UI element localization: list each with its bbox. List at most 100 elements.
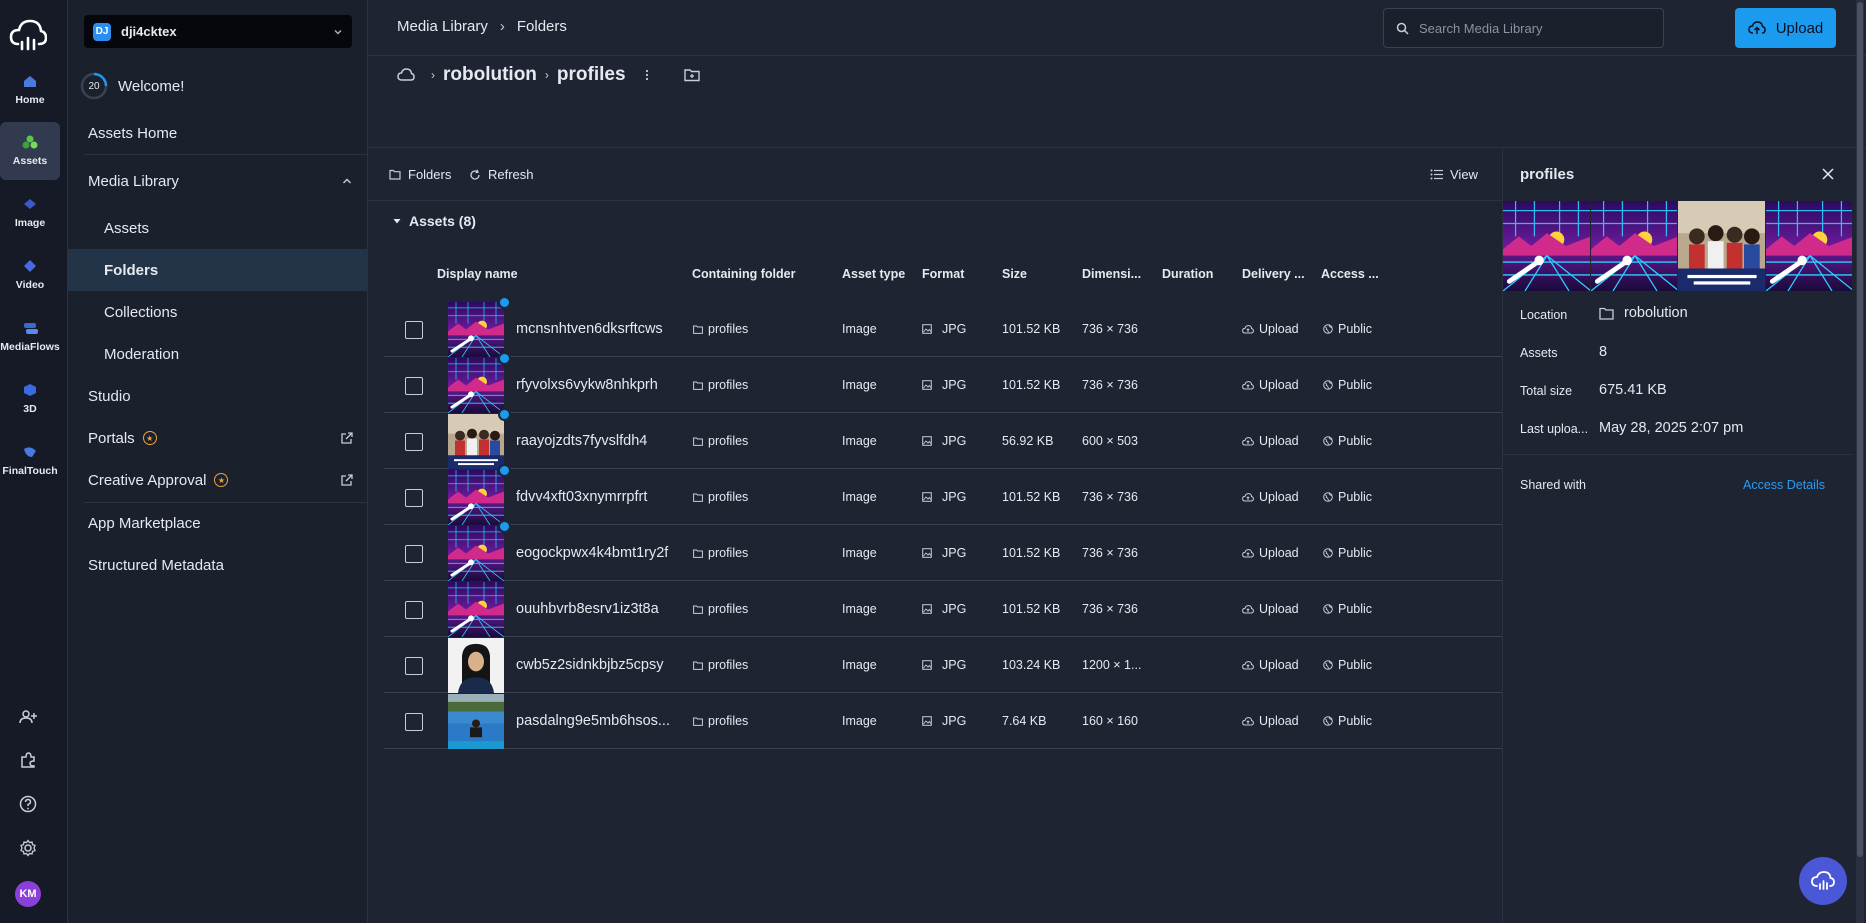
col-delivery[interactable]: Delivery ... — [1242, 267, 1312, 281]
nav-media-library[interactable]: Media Library — [68, 160, 368, 202]
rail-video[interactable]: Video — [0, 246, 60, 304]
access-details-link[interactable]: Access Details — [1743, 478, 1825, 492]
asset-containing-folder[interactable]: profiles — [693, 693, 748, 749]
asset-thumbnail[interactable] — [448, 302, 504, 357]
nav-assets-home[interactable]: Assets Home — [68, 112, 368, 154]
asset-containing-folder[interactable]: profiles — [693, 581, 748, 637]
row-checkbox[interactable] — [405, 545, 423, 563]
nav-portals-label: Portals — [88, 429, 135, 447]
search-input[interactable] — [1419, 20, 1659, 36]
nav-collections[interactable]: Collections — [68, 291, 368, 333]
welcome-row[interactable]: 20 Welcome! — [80, 72, 184, 100]
table-row[interactable]: rfyvolxs6vykw8nhkprh profiles Image JPG 101.… — [384, 352, 1502, 413]
nav-creative-approval[interactable]: Creative Approval ★ — [68, 459, 368, 501]
asset-thumbnail[interactable] — [448, 582, 504, 637]
asset-containing-folder[interactable]: profiles — [693, 469, 748, 525]
table-row[interactable]: cwb5z2sidnkbjbz5cpsy profiles Image JPG 103.… — [384, 637, 1502, 693]
row-checkbox[interactable] — [405, 377, 423, 395]
asset-display-name[interactable]: cwb5z2sidnkbjbz5cpsy — [516, 637, 664, 693]
asset-thumbnail[interactable] — [448, 470, 504, 525]
nav-studio[interactable]: Studio — [68, 375, 368, 417]
gear-icon[interactable] — [19, 839, 37, 857]
search-box[interactable] — [1383, 8, 1664, 48]
col-size[interactable]: Size — [1002, 267, 1062, 281]
nav-assets[interactable]: Assets — [68, 207, 368, 249]
cloud-upload-icon — [1242, 380, 1254, 389]
asset-thumbnail[interactable] — [448, 526, 504, 581]
col-asset-type[interactable]: Asset type — [842, 267, 917, 281]
close-icon[interactable] — [1821, 167, 1835, 181]
nav-app-marketplace[interactable]: App Marketplace — [68, 502, 368, 544]
asset-containing-folder[interactable]: profiles — [693, 413, 748, 469]
nav-moderation[interactable]: Moderation — [68, 333, 368, 375]
rail-finaltouch[interactable]: FinalTouch — [0, 432, 60, 490]
asset-thumbnail[interactable] — [448, 694, 504, 749]
asset-access: Public — [1323, 693, 1372, 749]
nav-folders[interactable]: Folders — [68, 249, 368, 291]
asset-access-text: Public — [1338, 378, 1373, 392]
table-row[interactable]: eogockpwx4k4bmt1ry2f profiles Image JPG 101.… — [384, 520, 1502, 581]
asset-format-text: JPG — [942, 602, 967, 616]
asset-display-name[interactable]: eogockpwx4k4bmt1ry2f — [516, 525, 668, 581]
cloud-icon[interactable] — [397, 68, 415, 82]
new-folder-icon[interactable] — [683, 68, 700, 82]
puzzle-icon[interactable] — [19, 751, 37, 769]
asset-display-name[interactable]: ouuhbvrb8esrv1iz3t8a — [516, 581, 659, 637]
row-checkbox[interactable] — [405, 713, 423, 731]
user-avatar[interactable]: KM — [15, 881, 41, 907]
asset-display-name[interactable]: raayojzdts7fyvslfdh4 — [516, 413, 647, 469]
rail-3d[interactable]: 3D — [0, 370, 60, 428]
col-access[interactable]: Access ... — [1321, 267, 1391, 281]
asset-containing-folder[interactable]: profiles — [693, 357, 748, 413]
row-checkbox[interactable] — [405, 433, 423, 451]
asset-containing-folder[interactable]: profiles — [693, 525, 748, 581]
asset-thumbnail[interactable] — [448, 358, 504, 413]
breadcrumb-folders[interactable]: Folders — [517, 18, 567, 35]
view-button[interactable]: View — [1430, 167, 1478, 182]
folder-parent[interactable]: robolution — [443, 64, 537, 86]
row-checkbox[interactable] — [405, 657, 423, 675]
assets-group-header[interactable]: Assets (8) — [393, 213, 476, 229]
row-checkbox[interactable] — [405, 601, 423, 619]
asset-thumbnail[interactable] — [448, 414, 504, 469]
asset-type: Image — [842, 602, 877, 616]
page-scrollbar[interactable] — [1856, 0, 1864, 923]
col-dimensions[interactable]: Dimensi... — [1082, 267, 1147, 281]
cloud-logo-icon[interactable] — [9, 18, 47, 52]
workspace-selector[interactable]: DJ dji4cktex — [84, 15, 352, 48]
table-row[interactable]: ouuhbvrb8esrv1iz3t8a profiles Image JPG 101.… — [384, 581, 1502, 637]
table-row[interactable]: mcnsnhtven6dksrftcws profiles Image JPG 101.… — [384, 296, 1502, 357]
rail-mediaflows[interactable]: MediaFlows — [0, 308, 60, 366]
asset-display-name[interactable]: pasdalng9e5mb6hsos... — [516, 693, 670, 749]
asset-display-name[interactable]: mcnsnhtven6dksrftcws — [516, 301, 663, 357]
col-containing-folder[interactable]: Containing folder — [692, 267, 812, 281]
nav-portals[interactable]: Portals ★ — [68, 417, 368, 459]
row-checkbox[interactable] — [405, 321, 423, 339]
row-checkbox[interactable] — [405, 489, 423, 507]
more-vertical-icon[interactable] — [640, 68, 654, 82]
table-row[interactable]: fdvv4xft03xnymrrpfrt profiles Image JPG 101.… — [384, 464, 1502, 525]
rail-image[interactable]: Image — [0, 184, 60, 242]
rail-assets[interactable]: Assets — [0, 122, 60, 180]
add-user-icon[interactable] — [19, 708, 37, 726]
help-icon[interactable] — [19, 795, 37, 813]
assistant-fab-button[interactable] — [1799, 857, 1847, 905]
upload-button[interactable]: Upload — [1735, 8, 1836, 48]
breadcrumb-media-library[interactable]: Media Library — [397, 18, 488, 35]
refresh-button[interactable]: Refresh — [469, 167, 534, 182]
asset-display-name[interactable]: rfyvolxs6vykw8nhkprh — [516, 357, 658, 413]
col-duration[interactable]: Duration — [1162, 267, 1222, 281]
location-value[interactable]: robolution — [1599, 305, 1688, 321]
asset-containing-folder[interactable]: profiles — [693, 301, 748, 357]
table-row[interactable]: pasdalng9e5mb6hsos... profiles Image JPG 7.6… — [384, 693, 1502, 749]
table-row[interactable]: raayojzdts7fyvslfdh4 profiles Image JPG 56.9… — [384, 408, 1502, 469]
col-format[interactable]: Format — [922, 267, 982, 281]
asset-display-name[interactable]: fdvv4xft03xnymrrpfrt — [516, 469, 647, 525]
asset-thumbnail[interactable] — [448, 638, 504, 693]
folders-toggle-button[interactable]: Folders — [389, 167, 451, 182]
asset-containing-folder[interactable]: profiles — [693, 637, 748, 693]
nav-structured-metadata[interactable]: Structured Metadata — [68, 544, 368, 586]
col-display-name[interactable]: Display name — [437, 267, 577, 281]
rail-home[interactable]: Home — [0, 61, 60, 119]
asset-format-text: JPG — [942, 434, 967, 448]
